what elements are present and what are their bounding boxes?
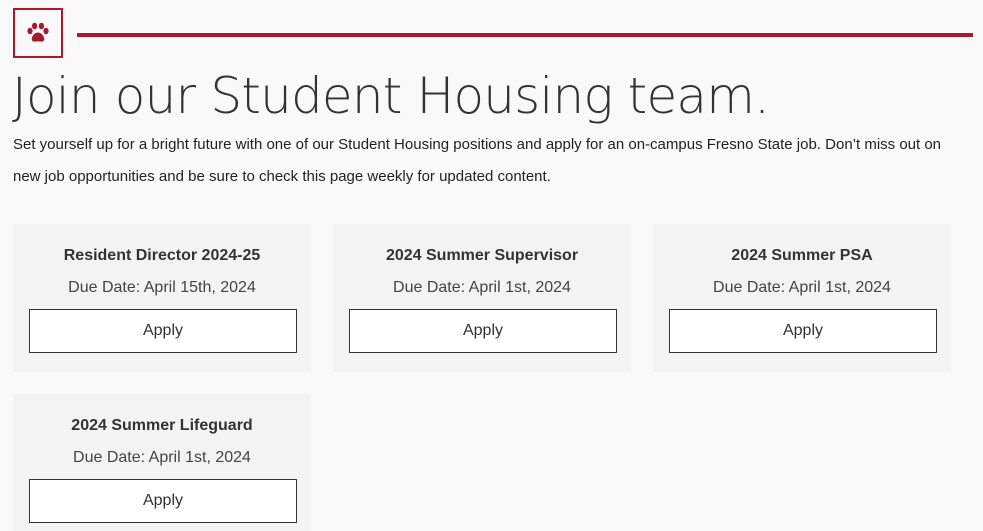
apply-button[interactable]: Apply [29,479,297,523]
job-title: 2024 Summer PSA [731,247,873,264]
apply-button[interactable]: Apply [29,309,297,353]
job-title: 2024 Summer Lifeguard [71,417,253,434]
apply-button[interactable]: Apply [349,309,617,353]
paw-icon [27,22,49,42]
job-due-date: Due Date: April 1st, 2024 [713,279,891,296]
apply-button[interactable]: Apply [669,309,937,353]
job-card: 2024 Summer Supervisor Due Date: April 1… [333,224,631,372]
paw-logo [13,8,63,58]
job-title: 2024 Summer Supervisor [385,247,579,264]
job-card: 2024 Summer PSA Due Date: April 1st, 202… [653,224,951,372]
job-title: Resident Director 2024-25 [63,247,261,264]
intro-text: Set yourself up for a bright future with… [13,136,942,185]
header-rule [77,33,973,37]
job-card: 2024 Summer Lifeguard Due Date: April 1s… [13,394,311,531]
job-due-date: Due Date: April 15th, 2024 [68,279,256,296]
job-due-date: Due Date: April 1st, 2024 [73,449,251,466]
job-card: Resident Director 2024-25 Due Date: Apri… [13,224,311,372]
page: Join our Student Housing team. Set yours… [0,0,983,531]
job-due-date: Due Date: April 1st, 2024 [393,279,571,296]
page-title: Join our Student Housing team. [12,67,770,125]
